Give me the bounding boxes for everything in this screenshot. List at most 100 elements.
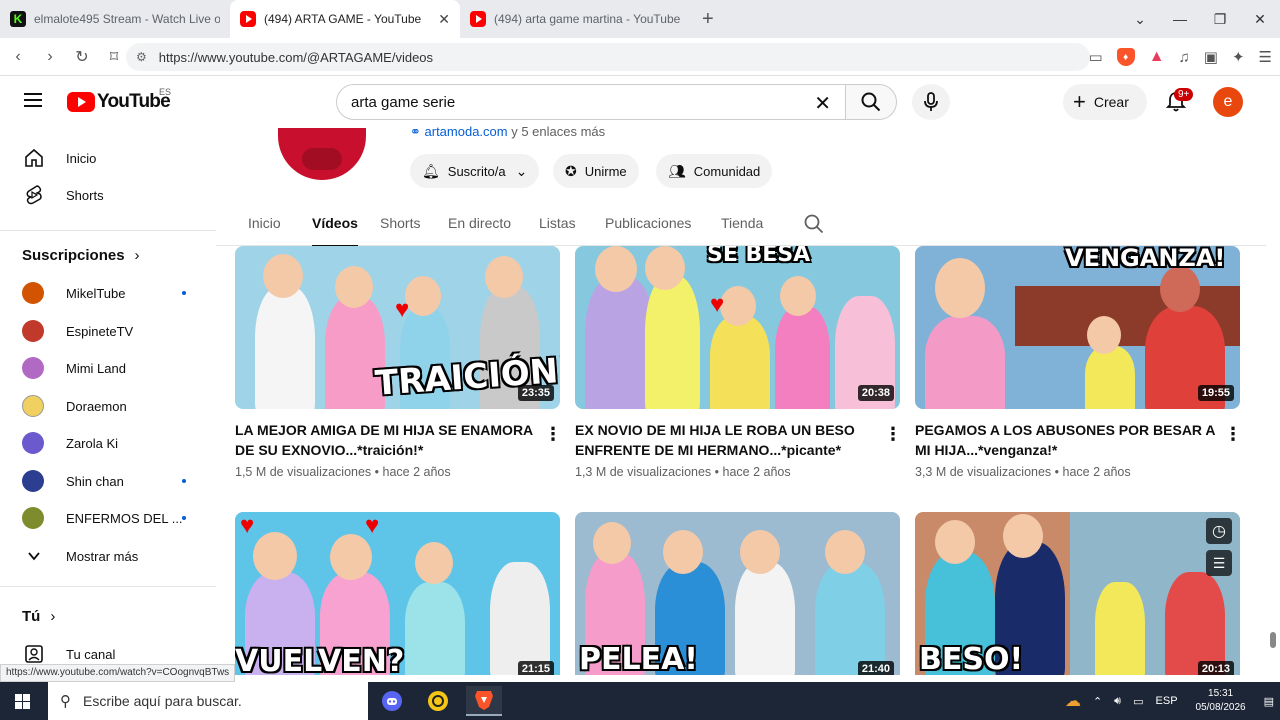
channel-avatar-large[interactable] (278, 128, 366, 180)
tab-inicio[interactable]: Inicio (248, 215, 281, 231)
add-to-queue-icon[interactable]: ☰ (1206, 550, 1232, 576)
you-heading[interactable]: Tú › (22, 608, 55, 625)
notification-center-icon[interactable]: ▤ (1264, 695, 1274, 708)
video-thumbnail[interactable]: VENGANZA! 19:55 (915, 246, 1240, 409)
clear-search-icon[interactable]: ✕ (814, 91, 831, 116)
thumbnail-face (330, 534, 372, 580)
sidebar-item-label: Mostrar más (66, 548, 139, 564)
subscriptions-heading[interactable]: Suscripciones › (22, 247, 140, 264)
tab-videos[interactable]: Vídeos (312, 215, 358, 247)
chevron-up-icon[interactable]: ⌃ (1093, 695, 1102, 708)
search-button[interactable] (845, 84, 897, 120)
tab-listas[interactable]: Listas (539, 215, 576, 231)
sidebar-sub-zarola-ki[interactable]: Zarola Ki (0, 425, 216, 461)
thumbnail-figure (735, 562, 795, 675)
brave-shield-icon[interactable]: ♦ (1116, 48, 1135, 66)
subscribed-button[interactable]: 🔔︎ Suscrito/a ⌄ (410, 154, 540, 188)
community-button[interactable]: 👥︎ Comunidad (656, 154, 773, 188)
browser-tab-arta-game[interactable]: (494) ARTA GAME - YouTube ✕ (230, 0, 460, 38)
more-actions-icon[interactable]: ⋮ (1224, 424, 1242, 445)
watch-later-icon[interactable]: ◷ (1206, 518, 1232, 544)
channel-search-icon[interactable] (804, 214, 824, 234)
video-thumbnail[interactable]: ♥ TRAICIÓN! 23:35 (235, 246, 560, 409)
search-input[interactable]: arta game serie ✕ (336, 84, 846, 120)
system-tray: ☁ ⌃ 🔊︎ ▭ ESP 15:31 05/08/2026 ▤ (1059, 682, 1280, 720)
more-links[interactable]: y 5 enlaces más (508, 124, 605, 139)
video-duration: 23:35 (517, 385, 554, 401)
new-content-dot (182, 479, 186, 483)
guide-menu-icon[interactable] (24, 93, 42, 107)
system-clock[interactable]: 15:31 05/08/2026 (1196, 687, 1246, 715)
sidebar-item-home[interactable]: Inicio (0, 140, 216, 176)
sidebar-sub-espinetetv[interactable]: EspineteTV (0, 313, 216, 349)
chevron-right-icon: › (50, 608, 56, 625)
bookmark-icon[interactable]: ⌑ (100, 47, 128, 67)
tab-en-directo[interactable]: En directo (448, 215, 511, 231)
create-button[interactable]: + Crear (1063, 84, 1147, 120)
network-icon[interactable]: ▭ (1133, 695, 1143, 708)
close-tab-icon[interactable]: ✕ (438, 11, 450, 28)
more-actions-icon[interactable]: ⋮ (884, 424, 902, 445)
wallet-icon[interactable]: ▣ (1204, 48, 1218, 66)
language-indicator[interactable]: ESP (1156, 695, 1178, 707)
new-tab-button[interactable]: + (702, 8, 714, 31)
chat-app-icon (428, 691, 448, 711)
youtube-logo[interactable]: YouTube ES (67, 87, 171, 113)
tab-shorts[interactable]: Shorts (380, 215, 420, 231)
menu-icon[interactable]: ☰ (1259, 48, 1272, 66)
close-window-icon[interactable]: ✕ (1240, 11, 1280, 28)
video-thumbnail[interactable]: BESO! ◷ ☰ 20:13 (915, 512, 1240, 675)
sidebar-sub-doraemon[interactable]: Doraemon (0, 388, 216, 424)
brave-rewards-icon[interactable]: ▲ (1149, 48, 1165, 66)
browser-tab-kick[interactable]: K elmalote495 Stream - Watch Live on (0, 0, 230, 38)
taskbar-search[interactable]: ⚲ Escribe aquí para buscar. (48, 682, 368, 720)
video-duration: 20:13 (1197, 661, 1234, 675)
back-icon[interactable]: ‹ (4, 48, 32, 66)
volume-icon[interactable]: 🔊︎ (1114, 695, 1121, 708)
music-icon[interactable]: ♫ (1179, 49, 1190, 66)
thumbnail-face (1087, 316, 1121, 354)
sidebar-item-shorts[interactable]: Shorts (0, 177, 216, 213)
thumbnail-face (645, 246, 685, 290)
page-scrollbar[interactable] (1266, 128, 1280, 682)
forward-icon[interactable]: › (36, 48, 64, 66)
scrollbar-thumb[interactable] (1270, 632, 1276, 648)
brave-browser-app[interactable] (466, 686, 502, 716)
tab-publicaciones[interactable]: Publicaciones (605, 215, 691, 231)
status-url-bar: https://www.youtube.com/watch?v=COognvqB… (0, 664, 236, 682)
leo-ai-icon[interactable]: ✦ (1232, 48, 1245, 66)
channel-link[interactable]: artamoda.com (425, 124, 508, 139)
sidebar-sub-mimi-land[interactable]: Mimi Land (0, 350, 216, 386)
video-thumbnail[interactable]: PELEA! 21:40 (575, 512, 900, 675)
browser-tab-arta-martina[interactable]: (494) arta game martina - YouTube (460, 0, 690, 38)
sidebar-sub-shin-chan[interactable]: Shin chan (0, 463, 216, 499)
windows-taskbar: ⚲ Escribe aquí para buscar. ☁ ⌃ 🔊︎ ▭ ESP… (0, 682, 1280, 720)
account-avatar[interactable]: e (1213, 87, 1243, 117)
video-title[interactable]: PEGAMOS A LOS ABUSONES POR BESAR A MI HI… (915, 420, 1215, 460)
more-actions-icon[interactable]: ⋮ (544, 424, 562, 445)
sidebar-sub-enfermos[interactable]: ENFERMOS DEL ... (0, 500, 216, 536)
video-title[interactable]: LA MEJOR AMIGA DE MI HIJA SE ENAMORA DE … (235, 420, 535, 460)
cast-icon[interactable]: ▭ (1089, 48, 1103, 66)
video-title[interactable]: EX NOVIO DE MI HIJA LE ROBA UN BESO ENFR… (575, 420, 875, 460)
video-thumbnail[interactable]: ♥ SE BESA 20:38 (575, 246, 900, 409)
video-thumbnail[interactable]: ♥ ♥ VUELVEN? 21:15 (235, 512, 560, 675)
restore-icon[interactable]: ❐ (1200, 11, 1240, 28)
tab-list-icon[interactable]: ⌄ (1120, 11, 1160, 28)
tab-tienda[interactable]: Tienda (721, 215, 763, 231)
minimize-icon[interactable]: — (1160, 11, 1200, 27)
discord-app[interactable] (374, 686, 410, 716)
sidebar-show-more[interactable]: Mostrar más (0, 538, 216, 574)
thumbnail-figure (775, 306, 830, 409)
start-button[interactable] (0, 682, 44, 720)
site-settings-icon[interactable]: ⚙ (136, 50, 147, 64)
voice-search-button[interactable] (912, 84, 950, 120)
sidebar-sub-mikeltube[interactable]: MikelTube (0, 275, 216, 311)
you-title: Tú (22, 608, 41, 625)
join-button[interactable]: ✪ Unirme (553, 154, 639, 188)
reload-icon[interactable]: ↻ (68, 47, 96, 67)
country-code: ES (159, 87, 172, 97)
messenger-app[interactable] (420, 686, 456, 716)
weather-icon[interactable]: ☁ (1065, 691, 1081, 711)
url-bar[interactable]: ⚙ https://www.youtube.com/@ARTAGAME/vide… (126, 43, 1090, 71)
